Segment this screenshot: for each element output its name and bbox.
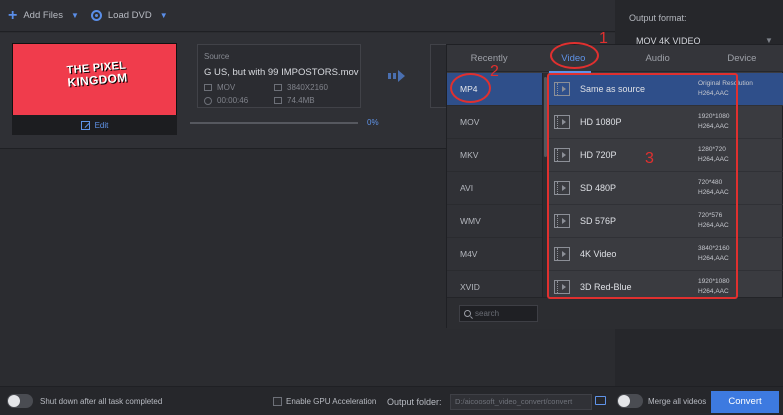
video-file-icon [554, 115, 570, 129]
video-file-icon [554, 280, 570, 294]
size-info: 74.4MB [274, 96, 315, 105]
preset-item[interactable]: SD 576P 720*576 H264,AAC [549, 205, 783, 238]
shutdown-label: Shut down after all task completed [40, 397, 163, 406]
annotation-number-2: 2 [490, 63, 499, 80]
search-input[interactable]: search [459, 305, 538, 322]
chevron-down-icon[interactable]: ▼ [160, 11, 168, 20]
preset-name: HD 720P [580, 150, 617, 160]
resolution-icon [274, 84, 282, 91]
preset-spec: 720*576 H264,AAC [698, 212, 729, 229]
convert-button[interactable]: Convert [711, 391, 779, 413]
preset-name: SD 480P [580, 183, 617, 193]
output-folder-input[interactable]: D:/aicoosoft_video_convert/convert [450, 394, 592, 410]
toggle-knob [8, 395, 20, 407]
format-dropdown: Recently Video Audio Device MP4 MOV MKV … [446, 44, 783, 329]
video-file-icon [554, 181, 570, 195]
disc-icon [90, 10, 102, 21]
video-file-icon [554, 247, 570, 261]
plus-icon: + [8, 6, 18, 24]
output-format-label: Output format: [629, 13, 687, 23]
preset-list: Same as source Original Resolution H264,A… [549, 73, 783, 304]
preset-item[interactable]: Same as source Original Resolution H264,A… [549, 73, 783, 106]
search-icon [464, 310, 471, 317]
preset-item[interactable]: 4K Video 3840*2160 H264,AAC [549, 238, 783, 271]
folder-icon[interactable] [595, 396, 606, 405]
add-files-button[interactable]: + Add Files ▼ [8, 6, 79, 24]
preset-item[interactable]: SD 480P 720*480 H264,AAC [549, 172, 783, 205]
arrow-right-icon [388, 70, 405, 82]
bottom-bar: Shut down after all task completed Enabl… [0, 386, 783, 415]
duration-info: 00:00:46 [204, 96, 248, 105]
size-icon [274, 97, 282, 104]
search-row: search [447, 297, 783, 329]
tab-video[interactable]: Video [531, 45, 615, 71]
format-item-mov[interactable]: MOV [447, 106, 542, 139]
video-file-icon [554, 214, 570, 228]
gpu-checkbox[interactable] [273, 397, 282, 406]
preset-spec: 1920*1080 H264,AAC [698, 278, 730, 295]
preset-name: HD 1080P [580, 117, 622, 127]
resolution-info: 3840X2160 [274, 83, 328, 92]
preset-item[interactable]: HD 720P 1280*720 H264,AAC [549, 139, 783, 172]
preset-spec: 1920*1080 H264,AAC [698, 113, 730, 130]
source-filename: G US, but with 99 IMPOSTORS.mov [204, 67, 359, 78]
edit-button[interactable]: Edit [12, 115, 177, 135]
load-dvd-label: Load DVD [107, 10, 152, 21]
scroll-thumb[interactable] [544, 77, 547, 157]
tab-device[interactable]: Device [700, 45, 783, 71]
preset-name: 4K Video [580, 249, 617, 259]
preset-spec: 720*480 H264,AAC [698, 179, 729, 196]
format-item-wmv[interactable]: WMV [447, 205, 542, 238]
edit-icon [80, 120, 90, 130]
format-item-avi[interactable]: AVI [447, 172, 542, 205]
preset-item[interactable]: HD 1080P 1920*1080 H264,AAC [549, 106, 783, 139]
search-placeholder: search [475, 309, 500, 318]
shutdown-toggle[interactable] [7, 394, 33, 408]
progress-percent: 0% [367, 118, 379, 127]
progress-bar [190, 122, 358, 124]
format-list: MP4 MOV MKV AVI WMV M4V XVID [447, 73, 543, 304]
gpu-label: Enable GPU Acceleration [286, 397, 377, 406]
video-file-icon [554, 82, 570, 96]
video-file-icon [554, 148, 570, 162]
preset-spec: Original Resolution H264,AAC [698, 80, 753, 97]
preset-spec: 3840*2160 H264,AAC [698, 245, 730, 262]
toggle-knob [618, 395, 630, 407]
load-dvd-button[interactable]: Load DVD ▼ [90, 10, 168, 21]
preset-name: 3D Red-Blue [580, 282, 632, 292]
preset-spec: 1280*720 H264,AAC [698, 146, 729, 163]
add-files-label: Add Files [23, 10, 63, 21]
chevron-down-icon[interactable]: ▼ [71, 11, 79, 20]
annotation-number-1: 1 [599, 30, 608, 47]
merge-label: Merge all videos [648, 397, 707, 406]
output-folder-label: Output folder: [387, 397, 442, 407]
tab-audio[interactable]: Audio [616, 45, 700, 71]
format-item-mkv[interactable]: MKV [447, 139, 542, 172]
annotation-number-3: 3 [645, 150, 654, 167]
source-label: Source [204, 52, 230, 61]
format-item-m4v[interactable]: M4V [447, 238, 542, 271]
format-list-scrollbar[interactable] [543, 73, 548, 297]
merge-toggle[interactable] [617, 394, 643, 408]
preset-name: Same as source [580, 84, 646, 94]
preset-name: SD 576P [580, 216, 617, 226]
toolbar: + Add Files ▼ Load DVD ▼ [0, 0, 615, 32]
source-info: Source G US, but with 99 IMPOSTORS.mov M… [197, 44, 361, 108]
pixel-kingdom-logo: THE PIXEL KINGDOM [66, 59, 129, 90]
file-icon [204, 84, 212, 91]
container-info: MOV [204, 83, 235, 92]
clock-icon [204, 96, 212, 105]
edit-label: Edit [94, 120, 109, 130]
